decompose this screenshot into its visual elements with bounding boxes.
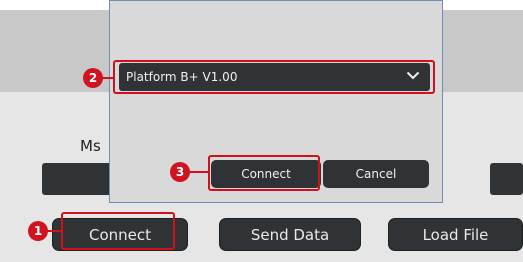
callout-1-leader [46,230,62,232]
load-file-button[interactable]: Load File [388,218,523,251]
platform-select-value: Platform B+ V1.00 [126,70,238,84]
callout-2-badge: 2 [83,68,103,88]
callout-3-badge: 3 [170,162,190,182]
dialog-cancel-button[interactable]: Cancel [323,160,429,188]
connect-button[interactable]: Connect [52,218,188,251]
callout-3-leader [188,171,209,173]
send-data-button[interactable]: Send Data [219,218,361,251]
platform-select[interactable]: Platform B+ V1.00 [119,63,430,91]
connect-dialog: Platform B+ V1.00 Connect Cancel [109,0,443,203]
chevron-down-icon [406,71,420,80]
dialog-connect-button[interactable]: Connect [211,160,321,188]
message-label: Ms [80,137,101,155]
callout-1-badge: 1 [28,221,48,241]
message-field-right[interactable] [490,163,523,195]
